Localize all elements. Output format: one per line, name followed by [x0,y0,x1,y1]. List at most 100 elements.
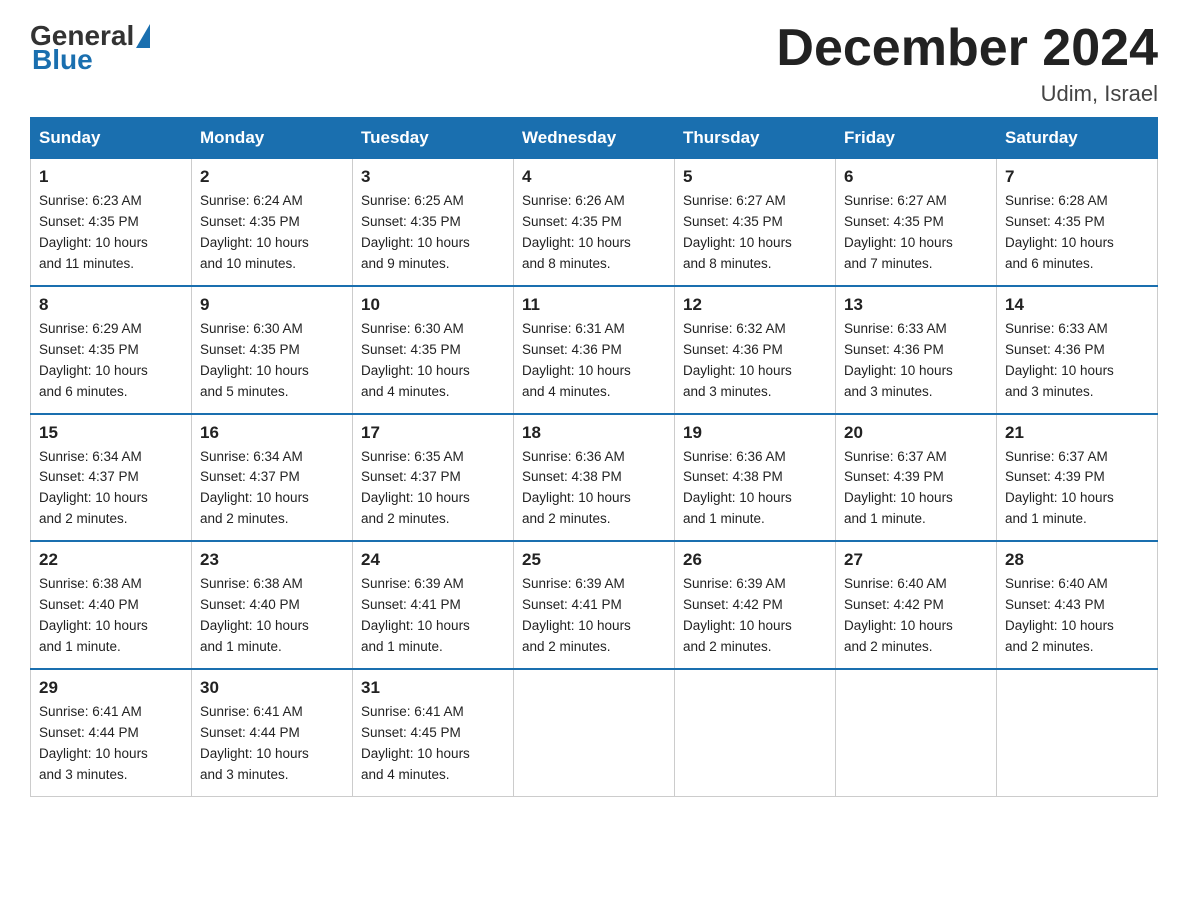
calendar-table: SundayMondayTuesdayWednesdayThursdayFrid… [30,117,1158,796]
day-info: Sunrise: 6:38 AM Sunset: 4:40 PM Dayligh… [39,574,183,658]
day-number: 18 [522,423,666,443]
day-number: 27 [844,550,988,570]
calendar-cell: 15 Sunrise: 6:34 AM Sunset: 4:37 PM Dayl… [31,414,192,542]
logo-blue-text: Blue [32,44,150,76]
day-number: 20 [844,423,988,443]
day-info: Sunrise: 6:40 AM Sunset: 4:43 PM Dayligh… [1005,574,1149,658]
calendar-cell: 28 Sunrise: 6:40 AM Sunset: 4:43 PM Dayl… [997,541,1158,669]
calendar-cell: 12 Sunrise: 6:32 AM Sunset: 4:36 PM Dayl… [675,286,836,414]
location-label: Udim, Israel [776,81,1158,107]
calendar-week-row: 8 Sunrise: 6:29 AM Sunset: 4:35 PM Dayli… [31,286,1158,414]
calendar-cell: 21 Sunrise: 6:37 AM Sunset: 4:39 PM Dayl… [997,414,1158,542]
day-number: 30 [200,678,344,698]
weekday-header-friday: Friday [836,118,997,159]
day-info: Sunrise: 6:41 AM Sunset: 4:45 PM Dayligh… [361,702,505,786]
day-info: Sunrise: 6:26 AM Sunset: 4:35 PM Dayligh… [522,191,666,275]
calendar-cell: 4 Sunrise: 6:26 AM Sunset: 4:35 PM Dayli… [514,159,675,286]
day-number: 23 [200,550,344,570]
calendar-cell: 22 Sunrise: 6:38 AM Sunset: 4:40 PM Dayl… [31,541,192,669]
day-info: Sunrise: 6:41 AM Sunset: 4:44 PM Dayligh… [39,702,183,786]
day-number: 1 [39,167,183,187]
calendar-cell: 13 Sunrise: 6:33 AM Sunset: 4:36 PM Dayl… [836,286,997,414]
calendar-cell: 31 Sunrise: 6:41 AM Sunset: 4:45 PM Dayl… [353,669,514,796]
day-info: Sunrise: 6:36 AM Sunset: 4:38 PM Dayligh… [683,447,827,531]
day-info: Sunrise: 6:36 AM Sunset: 4:38 PM Dayligh… [522,447,666,531]
calendar-cell: 27 Sunrise: 6:40 AM Sunset: 4:42 PM Dayl… [836,541,997,669]
calendar-cell: 5 Sunrise: 6:27 AM Sunset: 4:35 PM Dayli… [675,159,836,286]
day-number: 11 [522,295,666,315]
calendar-cell: 6 Sunrise: 6:27 AM Sunset: 4:35 PM Dayli… [836,159,997,286]
calendar-cell: 11 Sunrise: 6:31 AM Sunset: 4:36 PM Dayl… [514,286,675,414]
calendar-cell: 3 Sunrise: 6:25 AM Sunset: 4:35 PM Dayli… [353,159,514,286]
calendar-cell: 17 Sunrise: 6:35 AM Sunset: 4:37 PM Dayl… [353,414,514,542]
day-info: Sunrise: 6:27 AM Sunset: 4:35 PM Dayligh… [683,191,827,275]
calendar-cell: 26 Sunrise: 6:39 AM Sunset: 4:42 PM Dayl… [675,541,836,669]
weekday-header-row: SundayMondayTuesdayWednesdayThursdayFrid… [31,118,1158,159]
day-info: Sunrise: 6:30 AM Sunset: 4:35 PM Dayligh… [361,319,505,403]
weekday-header-wednesday: Wednesday [514,118,675,159]
calendar-cell: 9 Sunrise: 6:30 AM Sunset: 4:35 PM Dayli… [192,286,353,414]
day-info: Sunrise: 6:32 AM Sunset: 4:36 PM Dayligh… [683,319,827,403]
calendar-cell: 7 Sunrise: 6:28 AM Sunset: 4:35 PM Dayli… [997,159,1158,286]
day-info: Sunrise: 6:29 AM Sunset: 4:35 PM Dayligh… [39,319,183,403]
day-number: 7 [1005,167,1149,187]
calendar-cell [675,669,836,796]
day-number: 3 [361,167,505,187]
day-number: 5 [683,167,827,187]
day-number: 10 [361,295,505,315]
day-number: 26 [683,550,827,570]
calendar-week-row: 29 Sunrise: 6:41 AM Sunset: 4:44 PM Dayl… [31,669,1158,796]
calendar-cell: 16 Sunrise: 6:34 AM Sunset: 4:37 PM Dayl… [192,414,353,542]
calendar-cell [997,669,1158,796]
calendar-cell: 30 Sunrise: 6:41 AM Sunset: 4:44 PM Dayl… [192,669,353,796]
day-info: Sunrise: 6:38 AM Sunset: 4:40 PM Dayligh… [200,574,344,658]
day-number: 9 [200,295,344,315]
day-number: 13 [844,295,988,315]
calendar-cell [514,669,675,796]
day-info: Sunrise: 6:39 AM Sunset: 4:41 PM Dayligh… [522,574,666,658]
calendar-week-row: 15 Sunrise: 6:34 AM Sunset: 4:37 PM Dayl… [31,414,1158,542]
weekday-header-saturday: Saturday [997,118,1158,159]
day-info: Sunrise: 6:25 AM Sunset: 4:35 PM Dayligh… [361,191,505,275]
day-info: Sunrise: 6:37 AM Sunset: 4:39 PM Dayligh… [1005,447,1149,531]
calendar-cell: 25 Sunrise: 6:39 AM Sunset: 4:41 PM Dayl… [514,541,675,669]
day-info: Sunrise: 6:40 AM Sunset: 4:42 PM Dayligh… [844,574,988,658]
day-number: 4 [522,167,666,187]
day-info: Sunrise: 6:28 AM Sunset: 4:35 PM Dayligh… [1005,191,1149,275]
day-info: Sunrise: 6:34 AM Sunset: 4:37 PM Dayligh… [39,447,183,531]
day-info: Sunrise: 6:27 AM Sunset: 4:35 PM Dayligh… [844,191,988,275]
calendar-cell: 24 Sunrise: 6:39 AM Sunset: 4:41 PM Dayl… [353,541,514,669]
day-number: 8 [39,295,183,315]
calendar-week-row: 1 Sunrise: 6:23 AM Sunset: 4:35 PM Dayli… [31,159,1158,286]
day-number: 17 [361,423,505,443]
title-block: December 2024 Udim, Israel [776,20,1158,107]
day-number: 2 [200,167,344,187]
calendar-cell: 29 Sunrise: 6:41 AM Sunset: 4:44 PM Dayl… [31,669,192,796]
weekday-header-thursday: Thursday [675,118,836,159]
day-info: Sunrise: 6:39 AM Sunset: 4:42 PM Dayligh… [683,574,827,658]
day-info: Sunrise: 6:41 AM Sunset: 4:44 PM Dayligh… [200,702,344,786]
page-header: General Blue December 2024 Udim, Israel [30,20,1158,107]
day-info: Sunrise: 6:24 AM Sunset: 4:35 PM Dayligh… [200,191,344,275]
day-info: Sunrise: 6:30 AM Sunset: 4:35 PM Dayligh… [200,319,344,403]
day-number: 16 [200,423,344,443]
calendar-cell: 23 Sunrise: 6:38 AM Sunset: 4:40 PM Dayl… [192,541,353,669]
day-info: Sunrise: 6:33 AM Sunset: 4:36 PM Dayligh… [1005,319,1149,403]
day-number: 19 [683,423,827,443]
day-number: 24 [361,550,505,570]
month-title: December 2024 [776,20,1158,77]
day-info: Sunrise: 6:31 AM Sunset: 4:36 PM Dayligh… [522,319,666,403]
day-number: 28 [1005,550,1149,570]
calendar-cell: 14 Sunrise: 6:33 AM Sunset: 4:36 PM Dayl… [997,286,1158,414]
weekday-header-tuesday: Tuesday [353,118,514,159]
calendar-cell: 2 Sunrise: 6:24 AM Sunset: 4:35 PM Dayli… [192,159,353,286]
weekday-header-sunday: Sunday [31,118,192,159]
calendar-week-row: 22 Sunrise: 6:38 AM Sunset: 4:40 PM Dayl… [31,541,1158,669]
day-info: Sunrise: 6:33 AM Sunset: 4:36 PM Dayligh… [844,319,988,403]
day-info: Sunrise: 6:34 AM Sunset: 4:37 PM Dayligh… [200,447,344,531]
day-number: 14 [1005,295,1149,315]
calendar-cell [836,669,997,796]
day-number: 21 [1005,423,1149,443]
day-number: 25 [522,550,666,570]
day-number: 22 [39,550,183,570]
